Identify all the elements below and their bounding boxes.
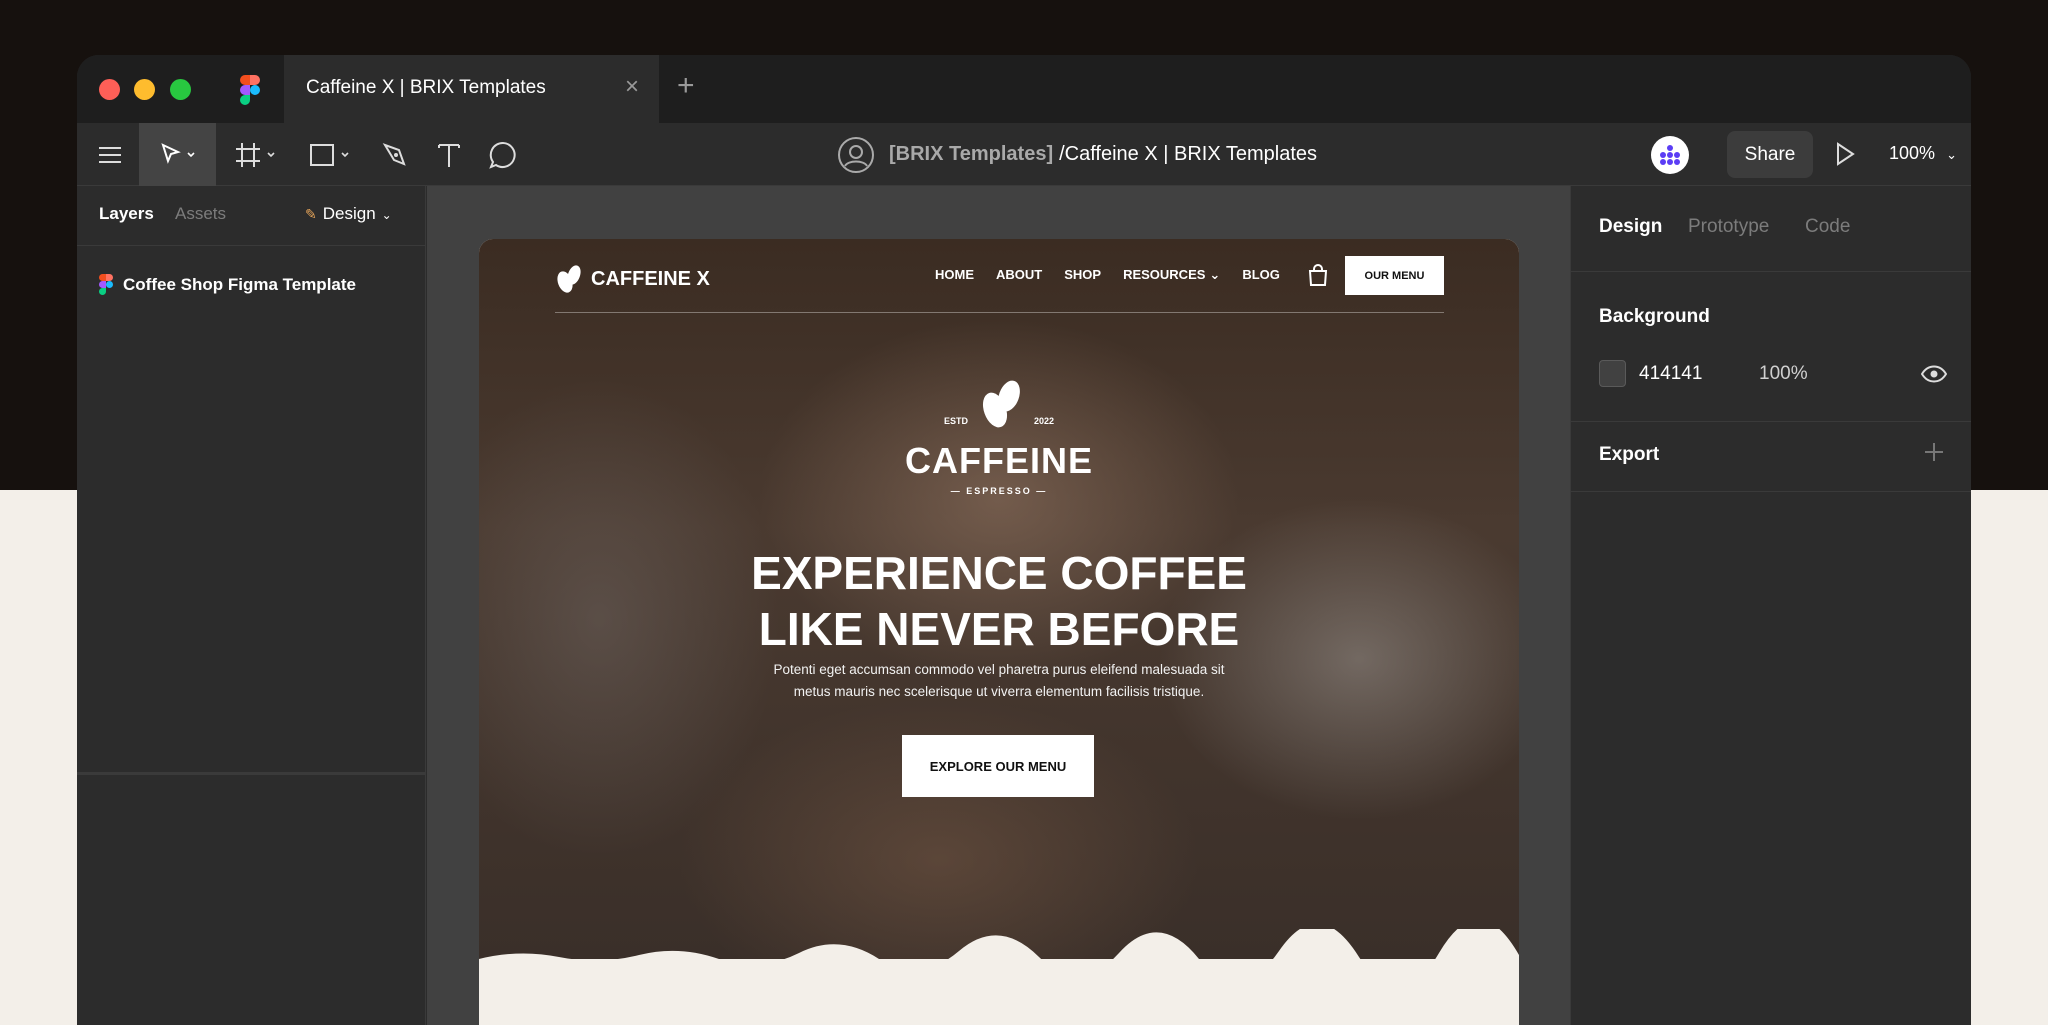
badge-year: 2022 bbox=[1034, 416, 1055, 426]
brand-name: CAFFEINE X bbox=[591, 267, 710, 290]
nav-about[interactable]: ABOUT bbox=[996, 267, 1042, 283]
explore-menu-button[interactable]: EXPLORE OUR MENU bbox=[902, 735, 1094, 797]
share-button[interactable]: Share bbox=[1727, 131, 1813, 178]
collaborator-avatar[interactable] bbox=[1651, 136, 1689, 174]
nav-divider bbox=[555, 312, 1444, 313]
headline-line-2: LIKE NEVER BEFORE bbox=[758, 603, 1240, 655]
badge-name: CAFFEINE bbox=[905, 440, 1093, 481]
file-tab[interactable]: Caffeine X | BRIX Templates × bbox=[284, 55, 659, 123]
layer-item[interactable]: Coffee Shop Figma Template bbox=[99, 274, 356, 295]
page-design-label: Design bbox=[322, 204, 376, 223]
text-tool-icon[interactable] bbox=[427, 123, 471, 186]
move-tool-icon[interactable] bbox=[139, 123, 216, 186]
frame-tool-icon[interactable] bbox=[227, 123, 287, 186]
chevron-down-icon: ⌄ bbox=[1209, 267, 1221, 282]
badge-sub: — ESPRESSO — bbox=[950, 486, 1048, 496]
zoom-dropdown[interactable]: 100% ⌄ bbox=[1889, 143, 1957, 164]
background-heading: Background bbox=[1599, 306, 1710, 327]
tab-design[interactable]: Design bbox=[1599, 216, 1662, 238]
tab-layers[interactable]: Layers bbox=[99, 204, 154, 224]
chevron-down-icon: ⌄ bbox=[1946, 147, 1957, 162]
properties-panel: Design Prototype Code Background 414141 … bbox=[1570, 186, 1971, 1025]
dots-avatar-icon bbox=[1660, 145, 1680, 165]
main-menu-icon[interactable] bbox=[87, 123, 133, 186]
toolbar: [BRIX Templates] /Caffeine X | BRIX Temp… bbox=[77, 123, 1971, 186]
nav-shop[interactable]: SHOP bbox=[1064, 267, 1101, 283]
figma-window: Caffeine X | BRIX Templates × + [BRIX Te… bbox=[77, 55, 1971, 1025]
coffee-bean-icon bbox=[982, 380, 1020, 428]
present-play-icon[interactable] bbox=[1834, 141, 1856, 167]
right-panel-tabs: Design Prototype Code bbox=[1571, 186, 1971, 272]
close-window-button[interactable] bbox=[99, 79, 120, 100]
maximize-window-button[interactable] bbox=[170, 79, 191, 100]
panel-divider[interactable] bbox=[77, 772, 426, 775]
site-logo[interactable]: CAFFEINE X bbox=[555, 261, 710, 297]
palette-icon: ✎ bbox=[305, 206, 317, 222]
team-avatar-icon bbox=[838, 136, 874, 173]
badge-estd: ESTD bbox=[944, 416, 969, 426]
background-opacity-input[interactable]: 100% bbox=[1759, 363, 1808, 385]
title-bar: Caffeine X | BRIX Templates × + bbox=[77, 55, 1971, 123]
torn-paper-edge bbox=[479, 929, 1519, 989]
background-swatch[interactable] bbox=[1599, 360, 1626, 387]
layer-label: Coffee Shop Figma Template bbox=[123, 274, 356, 294]
site-nav: HOME ABOUT SHOP RESOURCES ⌄ BLOG bbox=[935, 267, 1280, 283]
copy-line-1: Potenti eget accumsan commodo vel pharet… bbox=[773, 662, 1225, 677]
background-hex-input[interactable]: 414141 bbox=[1639, 363, 1702, 385]
our-menu-button[interactable]: OUR MENU bbox=[1345, 256, 1444, 295]
canvas[interactable]: CAFFEINE X HOME ABOUT SHOP RESOURCES ⌄ BL… bbox=[427, 186, 1570, 1025]
tab-prototype[interactable]: Prototype bbox=[1688, 216, 1769, 238]
nav-home[interactable]: HOME bbox=[935, 267, 974, 283]
comment-tool-icon[interactable] bbox=[481, 123, 525, 186]
coffee-bean-icon bbox=[557, 265, 581, 293]
chevron-down-icon: ⌄ bbox=[381, 208, 392, 222]
figma-file-icon bbox=[99, 274, 113, 295]
left-panel-tabs: Layers Assets ✎ Design ⌄ bbox=[77, 186, 425, 246]
pen-tool-icon[interactable] bbox=[373, 123, 417, 186]
nav-resources-label: RESOURCES bbox=[1123, 267, 1206, 282]
minimize-window-button[interactable] bbox=[134, 79, 155, 100]
badge-sub-label: ESPRESSO bbox=[966, 486, 1032, 496]
hero-headline: EXPERIENCE COFFEE LIKE NEVER BEFORE bbox=[649, 545, 1349, 657]
tab-code[interactable]: Code bbox=[1805, 216, 1850, 238]
tab-title: Caffeine X | BRIX Templates bbox=[306, 77, 546, 98]
zoom-value: 100% bbox=[1889, 143, 1936, 163]
add-export-plus-icon[interactable] bbox=[1924, 442, 1944, 462]
copy-line-2: metus mauris nec scelerisque ut viverra … bbox=[793, 684, 1205, 699]
figma-logo-icon[interactable] bbox=[240, 75, 260, 105]
export-section: Export bbox=[1571, 422, 1971, 492]
file-breadcrumb[interactable]: [BRIX Templates] /Caffeine X | BRIX Temp… bbox=[837, 123, 1317, 186]
team-name[interactable]: [BRIX Templates] bbox=[889, 143, 1053, 166]
new-tab-plus-icon[interactable]: + bbox=[677, 69, 695, 103]
nav-resources[interactable]: RESOURCES ⌄ bbox=[1123, 267, 1220, 283]
shopping-bag-icon[interactable] bbox=[1307, 263, 1329, 287]
layers-panel: Layers Assets ✎ Design ⌄ Coffee Shop Figma… bbox=[77, 186, 426, 1025]
website-frame[interactable]: CAFFEINE X HOME ABOUT SHOP RESOURCES ⌄ BL… bbox=[479, 239, 1519, 1025]
export-heading: Export bbox=[1599, 444, 1660, 465]
eye-icon[interactable] bbox=[1921, 365, 1947, 383]
background-section: Background 414141 100% bbox=[1571, 272, 1971, 422]
hero-paragraph: Potenti eget accumsan commodo vel pharet… bbox=[749, 659, 1249, 703]
nav-blog[interactable]: BLOG bbox=[1242, 267, 1280, 283]
file-name[interactable]: /Caffeine X | BRIX Templates bbox=[1059, 143, 1317, 166]
headline-line-1: EXPERIENCE COFFEE bbox=[751, 547, 1247, 599]
close-tab-icon[interactable]: × bbox=[625, 73, 639, 101]
tab-assets[interactable]: Assets bbox=[175, 204, 226, 224]
rectangle-tool-icon[interactable] bbox=[303, 123, 359, 186]
page-design-dropdown[interactable]: ✎ Design ⌄ bbox=[305, 204, 392, 224]
